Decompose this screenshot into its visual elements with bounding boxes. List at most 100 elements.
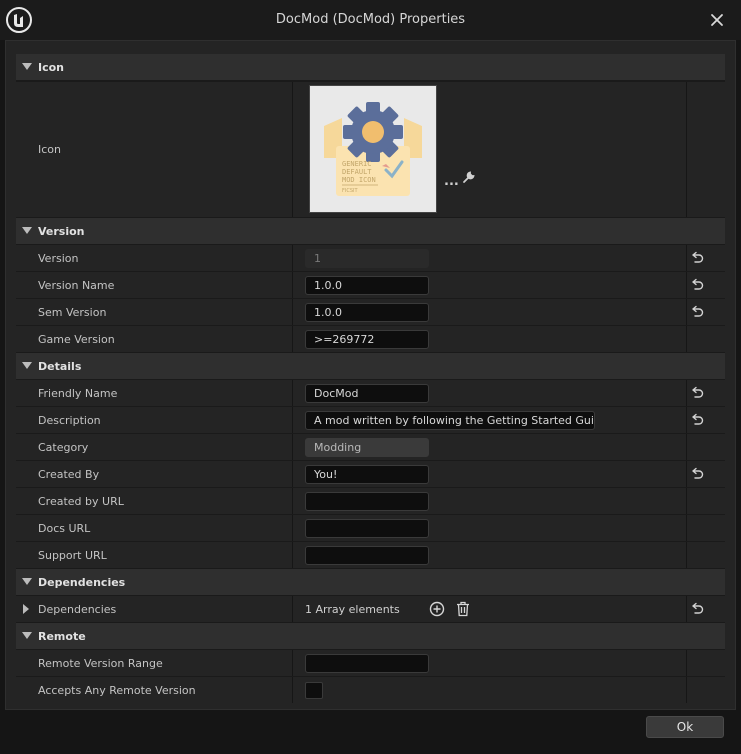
property-label: Category <box>38 441 89 454</box>
thumb-text: MOD ICON <box>342 176 376 184</box>
created-by-input[interactable]: You! <box>305 465 429 484</box>
remote-version-range-input[interactable] <box>305 654 429 673</box>
column-divider <box>686 245 687 271</box>
property-row-remote-version-range: Remote Version Range <box>16 650 725 676</box>
column-divider <box>292 650 293 676</box>
column-divider <box>292 596 293 622</box>
column-divider <box>292 407 293 433</box>
game-version-input[interactable]: >=269772 <box>305 330 429 349</box>
property-label: Version <box>38 252 79 265</box>
trash-icon[interactable] <box>456 601 470 617</box>
property-row-accepts-any-remote-version: Accepts Any Remote Version <box>16 677 725 703</box>
thumb-brand: FICSIT <box>342 188 358 194</box>
thumb-text: DEFAULT <box>342 168 372 176</box>
description-input[interactable]: A mod written by following the Getting S… <box>305 411 595 430</box>
category-version[interactable]: Version <box>16 218 725 244</box>
expand-arrow-icon[interactable] <box>23 604 29 614</box>
column-divider <box>292 272 293 298</box>
sem-version-input[interactable]: 1.0.0 <box>305 303 429 322</box>
column-divider <box>686 272 687 298</box>
column-divider <box>686 677 687 703</box>
property-label: Remote Version Range <box>38 657 163 670</box>
property-label: Docs URL <box>38 522 91 535</box>
mod-icon-image: GENERIC DEFAULT MOD ICON FICSIT <box>310 86 436 212</box>
column-divider <box>686 434 687 460</box>
reset-to-default-icon[interactable] <box>690 467 704 481</box>
property-row-support-url: Support URL <box>16 542 725 568</box>
collapse-arrow-icon[interactable] <box>22 578 32 585</box>
property-label: Friendly Name <box>38 387 118 400</box>
collapse-arrow-icon[interactable] <box>22 632 32 639</box>
reset-to-default-icon[interactable] <box>690 278 704 292</box>
column-divider <box>686 82 687 217</box>
property-row-game-version: Game Version >=269772 <box>16 326 725 352</box>
category-label: Version <box>38 225 85 238</box>
column-divider <box>292 326 293 352</box>
thumb-text: GENERIC <box>342 160 372 168</box>
friendly-name-input[interactable]: DocMod <box>305 384 429 403</box>
property-grid: Icon Icon GENERIC DEFAULT MOD ICON FICSI… <box>16 54 725 703</box>
collapse-arrow-icon[interactable] <box>22 63 32 70</box>
collapse-arrow-icon[interactable] <box>22 227 32 234</box>
reset-to-default-icon[interactable] <box>690 251 704 265</box>
property-label: Version Name <box>38 279 115 292</box>
property-label: Game Version <box>38 333 115 346</box>
category-details[interactable]: Details <box>16 353 725 379</box>
column-divider <box>686 542 687 568</box>
ok-button[interactable]: Ok <box>646 716 724 738</box>
property-row-version-name: Version Name 1.0.0 <box>16 272 725 298</box>
close-icon[interactable] <box>706 9 728 31</box>
property-label: Description <box>38 414 101 427</box>
browse-button[interactable]: ... <box>444 174 459 189</box>
reset-to-default-icon[interactable] <box>690 386 704 400</box>
column-divider <box>686 650 687 676</box>
column-divider <box>292 434 293 460</box>
category-label: Remote <box>38 630 86 643</box>
collapse-arrow-icon[interactable] <box>22 362 32 369</box>
category-label: Dependencies <box>38 576 126 589</box>
category-icon[interactable]: Icon <box>16 54 725 80</box>
column-divider <box>292 488 293 514</box>
column-divider <box>292 380 293 406</box>
property-row-friendly-name: Friendly Name DocMod <box>16 380 725 406</box>
accepts-any-remote-version-checkbox[interactable] <box>305 682 323 699</box>
column-divider <box>292 82 293 217</box>
reset-to-default-icon[interactable] <box>690 305 704 319</box>
property-label: Accepts Any Remote Version <box>38 684 196 697</box>
property-row-version: Version 1 <box>16 245 725 271</box>
category-dependencies[interactable]: Dependencies <box>16 569 725 595</box>
created-by-url-input[interactable] <box>305 492 429 511</box>
support-url-input[interactable] <box>305 546 429 565</box>
reset-to-default-icon[interactable] <box>690 413 704 427</box>
column-divider <box>292 461 293 487</box>
column-divider <box>292 299 293 325</box>
property-row-category: Category Modding <box>16 434 725 460</box>
column-divider <box>686 461 687 487</box>
add-element-icon[interactable] <box>429 601 445 617</box>
wrench-icon[interactable] <box>462 170 476 184</box>
property-label: Icon <box>38 143 61 156</box>
category-label: Icon <box>38 61 65 74</box>
column-divider <box>686 515 687 541</box>
array-count-text: 1 Array elements <box>305 603 400 616</box>
column-divider <box>292 245 293 271</box>
column-divider <box>686 407 687 433</box>
version-name-input[interactable]: 1.0.0 <box>305 276 429 295</box>
category-remote[interactable]: Remote <box>16 623 725 649</box>
property-row-sem-version: Sem Version 1.0.0 <box>16 299 725 325</box>
column-divider <box>686 326 687 352</box>
property-row-icon: Icon GENERIC DEFAULT MOD ICON FICSIT ... <box>16 82 725 217</box>
category-field[interactable]: Modding <box>305 438 429 457</box>
category-label: Details <box>38 360 82 373</box>
docs-url-input[interactable] <box>305 519 429 538</box>
column-divider <box>686 299 687 325</box>
title-bar: DocMod (DocMod) Properties <box>0 0 741 40</box>
mod-icon-thumbnail[interactable]: GENERIC DEFAULT MOD ICON FICSIT <box>309 85 437 213</box>
property-label: Dependencies <box>38 603 117 616</box>
property-label: Sem Version <box>38 306 107 319</box>
property-row-description: Description A mod written by following t… <box>16 407 725 433</box>
property-label: Created By <box>38 468 100 481</box>
reset-to-default-icon[interactable] <box>690 602 704 616</box>
property-label: Support URL <box>38 549 107 562</box>
property-row-created-by-url: Created by URL <box>16 488 725 514</box>
